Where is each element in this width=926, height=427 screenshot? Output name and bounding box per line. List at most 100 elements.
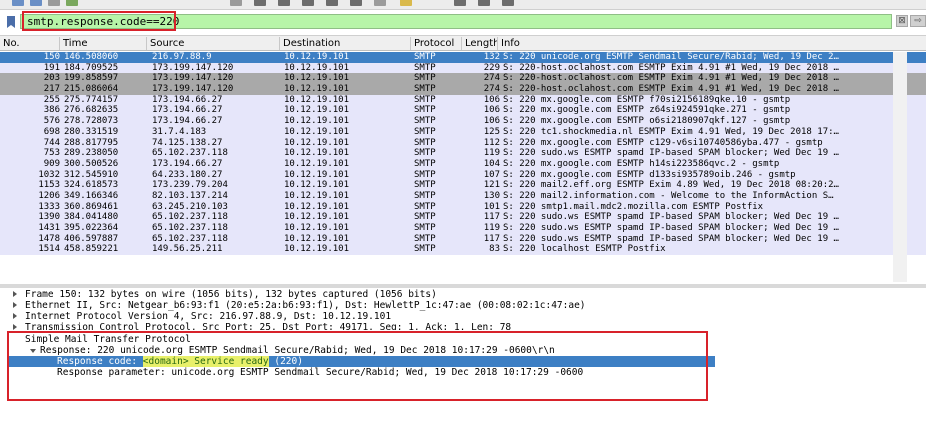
- packet-cell-dst: 10.12.19.101: [284, 190, 350, 201]
- response-code-number: (220): [268, 356, 303, 367]
- packet-cell-time: 406.597887: [64, 233, 119, 244]
- packet-cell-proto: SMTP: [414, 233, 436, 244]
- packet-cell-src: 173.199.147.120: [152, 73, 234, 84]
- packet-row[interactable]: 386 276.682635 173.194.66.27 10.12.19.101 SM…: [0, 105, 926, 117]
- colorize-icon[interactable]: [400, 0, 412, 6]
- packet-row[interactable]: 1390 384.041480 65.102.237.118 10.12.19.101…: [0, 212, 926, 223]
- expand-arrow-icon[interactable]: [13, 291, 17, 297]
- first-icon[interactable]: [326, 0, 338, 6]
- clear-filter-icon[interactable]: ⊠: [896, 15, 908, 27]
- packet-cell-time: 289.238050: [64, 148, 119, 159]
- packet-cell-proto: SMTP: [414, 116, 436, 127]
- packet-cell-info: S: 220-host.oclahost.com ESMTP Exim 4.91…: [503, 73, 839, 84]
- packet-row[interactable]: 1032 312.545910 64.233.180.27 10.12.19.101 S…: [0, 169, 926, 181]
- go-forward-icon[interactable]: [278, 0, 290, 6]
- detail-ethernet[interactable]: Ethernet II, Src: Netgear_b6:93:f1 (20:e…: [0, 300, 926, 311]
- packet-cell-len: 274: [483, 84, 500, 95]
- column-header-info[interactable]: Info: [498, 37, 893, 50]
- detail-response-param[interactable]: Response parameter: unicode.org ESMTP Se…: [0, 367, 926, 378]
- packet-row[interactable]: 1153 324.618573 173.239.79.204 10.12.19.101…: [0, 180, 926, 191]
- packet-cell-proto: SMTP: [414, 52, 436, 62]
- packet-list-scrollbar[interactable]: [893, 52, 907, 282]
- autoscroll-icon[interactable]: [374, 0, 386, 6]
- packet-rows: 150 146.508060 216.97.88.9 10.12.19.101 SMTP…: [0, 52, 926, 256]
- response-code-line: Response code: <domain> Service ready (2…: [57, 356, 303, 367]
- packet-cell-info: S: 220 mail2.information.com - Welcome t…: [503, 190, 834, 201]
- find-icon[interactable]: [230, 0, 242, 6]
- open-file-icon[interactable]: [12, 0, 24, 6]
- packet-row[interactable]: 1206 349.166346 82.103.137.214 10.12.19.101…: [0, 190, 926, 202]
- column-header-no[interactable]: No.: [0, 37, 60, 50]
- packet-cell-dst: 10.12.19.101: [284, 126, 350, 137]
- close-icon[interactable]: [48, 0, 60, 6]
- display-filter-input[interactable]: smtp.response.code==220: [20, 14, 892, 29]
- go-back-icon[interactable]: [254, 0, 266, 6]
- packet-row[interactable]: 150 146.508060 216.97.88.9 10.12.19.101 SMTP…: [0, 52, 926, 63]
- collapse-arrow-icon[interactable]: [30, 349, 36, 353]
- packet-row[interactable]: 1514 458.859221 149.56.25.211 10.12.19.101 S…: [0, 244, 926, 256]
- packet-cell-no: 1390: [38, 212, 60, 223]
- packet-cell-src: 82.103.137.214: [152, 190, 228, 201]
- packet-row[interactable]: 698 280.331519 31.7.4.183 10.12.19.101 SMTP 1…: [0, 126, 926, 138]
- packet-cell-dst: 10.12.19.101: [284, 148, 350, 159]
- packet-cell-dst: 10.12.19.101: [284, 62, 350, 73]
- detail-frame[interactable]: Frame 150: 132 bytes on wire (1056 bits)…: [0, 289, 926, 300]
- packet-cell-len: 104: [483, 158, 500, 169]
- packet-row[interactable]: 744 288.817795 74.125.138.27 10.12.19.101 SM…: [0, 137, 926, 149]
- packet-cell-no: 576: [43, 116, 60, 127]
- packet-cell-no: 1153: [38, 180, 60, 191]
- apply-filter-icon[interactable]: ⇨: [910, 15, 926, 27]
- packet-row[interactable]: 203 199.858597 173.199.147.120 10.12.19.101…: [0, 73, 926, 85]
- expand-arrow-icon[interactable]: [13, 302, 17, 308]
- column-header-time[interactable]: Time: [60, 37, 147, 50]
- packet-cell-time: 288.817795: [64, 137, 119, 148]
- expand-arrow-icon[interactable]: [13, 324, 17, 330]
- save-icon[interactable]: [30, 0, 42, 6]
- column-header-protocol[interactable]: Protocol: [411, 37, 462, 50]
- packet-cell-dst: 10.12.19.101: [284, 105, 350, 116]
- main-toolbar: [0, 0, 926, 10]
- packet-cell-len: 130: [483, 190, 500, 201]
- packet-row[interactable]: 191 184.709525 173.199.147.120 10.12.19.101…: [0, 62, 926, 74]
- packet-row[interactable]: 1431 395.022364 65.102.237.118 10.12.19.101…: [0, 223, 926, 234]
- column-header-length[interactable]: Length: [462, 37, 498, 50]
- detail-tcp-text: Transmission Control Protocol, Src Port:…: [25, 322, 512, 330]
- packet-cell-info: S: 220 mail2.eff.org ESMTP Exim 4.89 Wed…: [503, 180, 839, 191]
- column-header-destination[interactable]: Destination: [280, 37, 411, 50]
- zoom-out-icon[interactable]: [478, 0, 490, 6]
- column-header-source[interactable]: Source: [147, 37, 280, 50]
- detail-tcp[interactable]: Transmission Control Protocol, Src Port:…: [0, 322, 926, 330]
- packet-cell-dst: 10.12.19.101: [284, 244, 350, 255]
- packet-cell-time: 215.086064: [64, 84, 119, 95]
- expand-arrow-icon[interactable]: [13, 313, 17, 319]
- packet-row[interactable]: 217 215.086064 173.199.147.120 10.12.19.101…: [0, 84, 926, 95]
- zoom-in-icon[interactable]: [454, 0, 466, 6]
- detail-smtp-response-text: Response: 220 unicode.org ESMTP Sendmail…: [40, 345, 555, 356]
- packet-row[interactable]: 753 289.238050 65.102.237.118 10.12.19.101 S…: [0, 148, 926, 159]
- packet-cell-dst: 10.12.19.101: [284, 233, 350, 244]
- last-icon[interactable]: [350, 0, 362, 6]
- detail-response-code[interactable]: Response code: <domain> Service ready (2…: [9, 356, 715, 367]
- packet-row[interactable]: 576 278.728073 173.194.66.27 10.12.19.101 SM…: [0, 116, 926, 127]
- packet-row[interactable]: 255 275.774157 173.194.66.27 10.12.19.101 SM…: [0, 94, 926, 106]
- packet-cell-proto: SMTP: [414, 201, 436, 212]
- response-code-label: Response code:: [57, 356, 143, 367]
- jump-icon[interactable]: [302, 0, 314, 6]
- filter-bookmark-icon[interactable]: [7, 16, 15, 28]
- packet-cell-src: 173.194.66.27: [152, 116, 223, 127]
- packet-row[interactable]: 909 300.500526 173.194.66.27 10.12.19.101 SM…: [0, 158, 926, 170]
- zoom-reset-icon[interactable]: [502, 0, 514, 6]
- packet-cell-src: 173.239.79.204: [152, 180, 228, 191]
- packet-cell-src: 65.102.237.118: [152, 148, 228, 159]
- packet-row[interactable]: 1333 360.869461 63.245.210.103 10.12.19.101…: [0, 201, 926, 213]
- packet-cell-no: 217: [43, 84, 60, 95]
- packet-cell-src: 65.102.237.118: [152, 233, 228, 244]
- detail-ip[interactable]: Internet Protocol Version 4, Src: 216.97…: [0, 311, 926, 322]
- packet-cell-len: 107: [483, 169, 500, 180]
- pane-splitter[interactable]: [0, 284, 926, 288]
- reload-icon[interactable]: [66, 0, 78, 6]
- detail-ethernet-text: Ethernet II, Src: Netgear_b6:93:f1 (20:e…: [25, 300, 586, 311]
- packet-row[interactable]: 1478 406.597887 65.102.237.118 10.12.19.101…: [0, 233, 926, 245]
- detail-smtp-response[interactable]: Response: 220 unicode.org ESMTP Sendmail…: [0, 345, 926, 356]
- detail-smtp[interactable]: Simple Mail Transfer Protocol: [0, 334, 926, 345]
